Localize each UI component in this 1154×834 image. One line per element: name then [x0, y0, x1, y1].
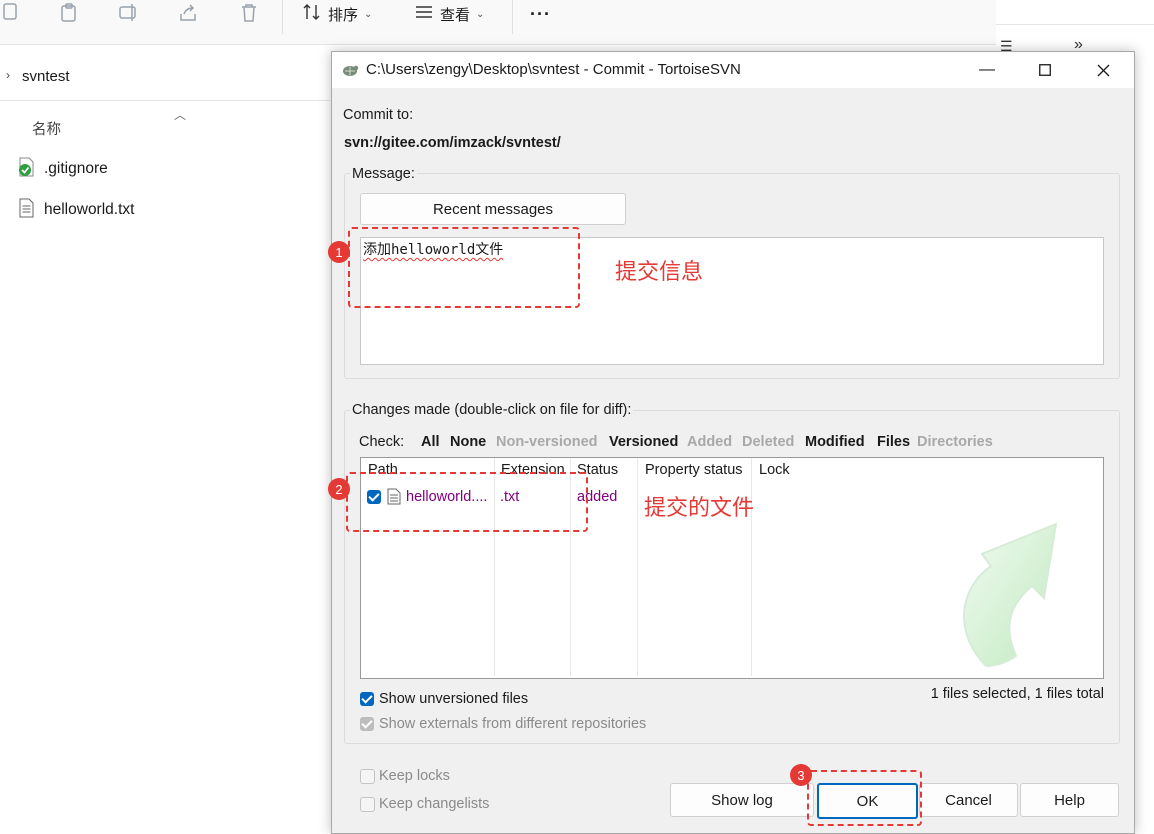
file-list: 名称 ︿ .gitignore helloworld.txt [0, 100, 330, 832]
chevron-right-icon[interactable]: › [6, 68, 10, 82]
annotation-commit-message-note: 提交信息 [615, 259, 704, 284]
changes-group-label: Changes made (double-click on file for d… [350, 402, 634, 418]
more-options-button[interactable]: ··· [530, 2, 551, 26]
sort-label: 排序 [328, 6, 359, 24]
file-name: helloworld.txt [44, 201, 135, 218]
svn-normal-file-icon [18, 157, 36, 182]
filter-deleted-link: Deleted [742, 434, 795, 450]
annotation-files-box [346, 472, 588, 532]
annotation-ok-box [807, 770, 922, 826]
sort-ascending-icon: ︿ [174, 108, 187, 122]
chevron-down-icon: ⌄ [476, 8, 485, 20]
keep-changelists-label: Keep changelists [379, 796, 490, 812]
filter-none-link[interactable]: None [450, 434, 486, 450]
breadcrumb-item[interactable]: svntest [22, 68, 70, 85]
tortoise-svn-icon [341, 61, 359, 84]
filter-files-link[interactable]: Files [877, 434, 910, 450]
commit-watermark-icon [946, 516, 1076, 681]
filter-modified-link[interactable]: Modified [805, 434, 865, 450]
cancel-button[interactable]: Cancel [919, 783, 1018, 817]
explorer-toolbar: 排序 ⌄ 查看 ⌄ ··· [0, 0, 996, 45]
recent-messages-button[interactable]: Recent messages [360, 193, 626, 225]
annotation-badge-1: 1 [328, 241, 350, 263]
selection-summary: 1 files selected, 1 files total [930, 686, 1104, 702]
show-log-button[interactable]: Show log [670, 783, 814, 817]
file-name: .gitignore [44, 160, 108, 177]
keep-changelists-checkbox[interactable] [360, 797, 375, 812]
paste-icon[interactable] [58, 2, 80, 24]
show-unversioned-checkbox[interactable] [360, 692, 374, 706]
toolbar-divider [282, 0, 283, 34]
toolbar-divider [512, 0, 513, 34]
copy-icon[interactable] [2, 2, 24, 24]
sort-icon [302, 2, 322, 26]
filter-non-versioned-link: Non-versioned [496, 434, 598, 450]
commit-to-label: Commit to: [343, 107, 414, 123]
show-externals-label: Show externals from different repositori… [379, 716, 647, 732]
dialog-titlebar[interactable]: C:\Users\zengy\Desktop\svntest - Commit … [332, 52, 1134, 88]
delete-icon[interactable] [238, 2, 260, 24]
breadcrumb: › svntest [0, 56, 330, 101]
show-externals-checkbox [360, 717, 374, 731]
sort-button[interactable]: 排序 ⌄ [302, 2, 372, 26]
filter-directories-link: Directories [917, 434, 993, 450]
keep-locks-label: Keep locks [379, 768, 450, 784]
commit-dialog: C:\Users\zengy\Desktop\svntest - Commit … [331, 51, 1135, 834]
check-label: Check: [359, 434, 405, 450]
annotation-commit-files-note: 提交的文件 [644, 495, 755, 520]
commit-url: svn://gitee.com/imzack/svntest/ [344, 135, 561, 151]
view-icon [414, 2, 434, 26]
filter-added-link: Added [687, 434, 733, 450]
chevron-down-icon: ⌄ [364, 8, 373, 20]
column-header-lock[interactable]: Lock [759, 462, 790, 478]
filter-all-link[interactable]: All [421, 434, 440, 450]
show-unversioned-label: Show unversioned files [379, 691, 529, 707]
annotation-badge-2: 2 [328, 478, 350, 500]
keep-locks-checkbox[interactable] [360, 769, 375, 784]
maximize-icon[interactable] [1016, 52, 1074, 88]
minimize-icon[interactable]: — [958, 52, 1016, 88]
rename-icon[interactable] [118, 2, 140, 24]
text-file-icon [18, 198, 36, 223]
filter-versioned-link[interactable]: Versioned [609, 434, 678, 450]
close-icon[interactable] [1074, 52, 1132, 88]
annotation-badge-3: 3 [790, 764, 812, 786]
list-item[interactable]: helloworld.txt [18, 198, 134, 222]
list-item[interactable]: .gitignore [18, 157, 108, 181]
dialog-title: C:\Users\zengy\Desktop\svntest - Commit … [366, 61, 741, 78]
help-button[interactable]: Help [1020, 783, 1119, 817]
column-header-name[interactable]: 名称 [32, 118, 61, 139]
column-header-property-status[interactable]: Property status [645, 462, 743, 478]
view-button[interactable]: 查看 ⌄ [414, 2, 484, 26]
share-icon[interactable] [178, 2, 200, 24]
view-label: 查看 [440, 6, 471, 24]
annotation-message-box [348, 227, 580, 308]
message-group-label: Message: [350, 166, 417, 182]
